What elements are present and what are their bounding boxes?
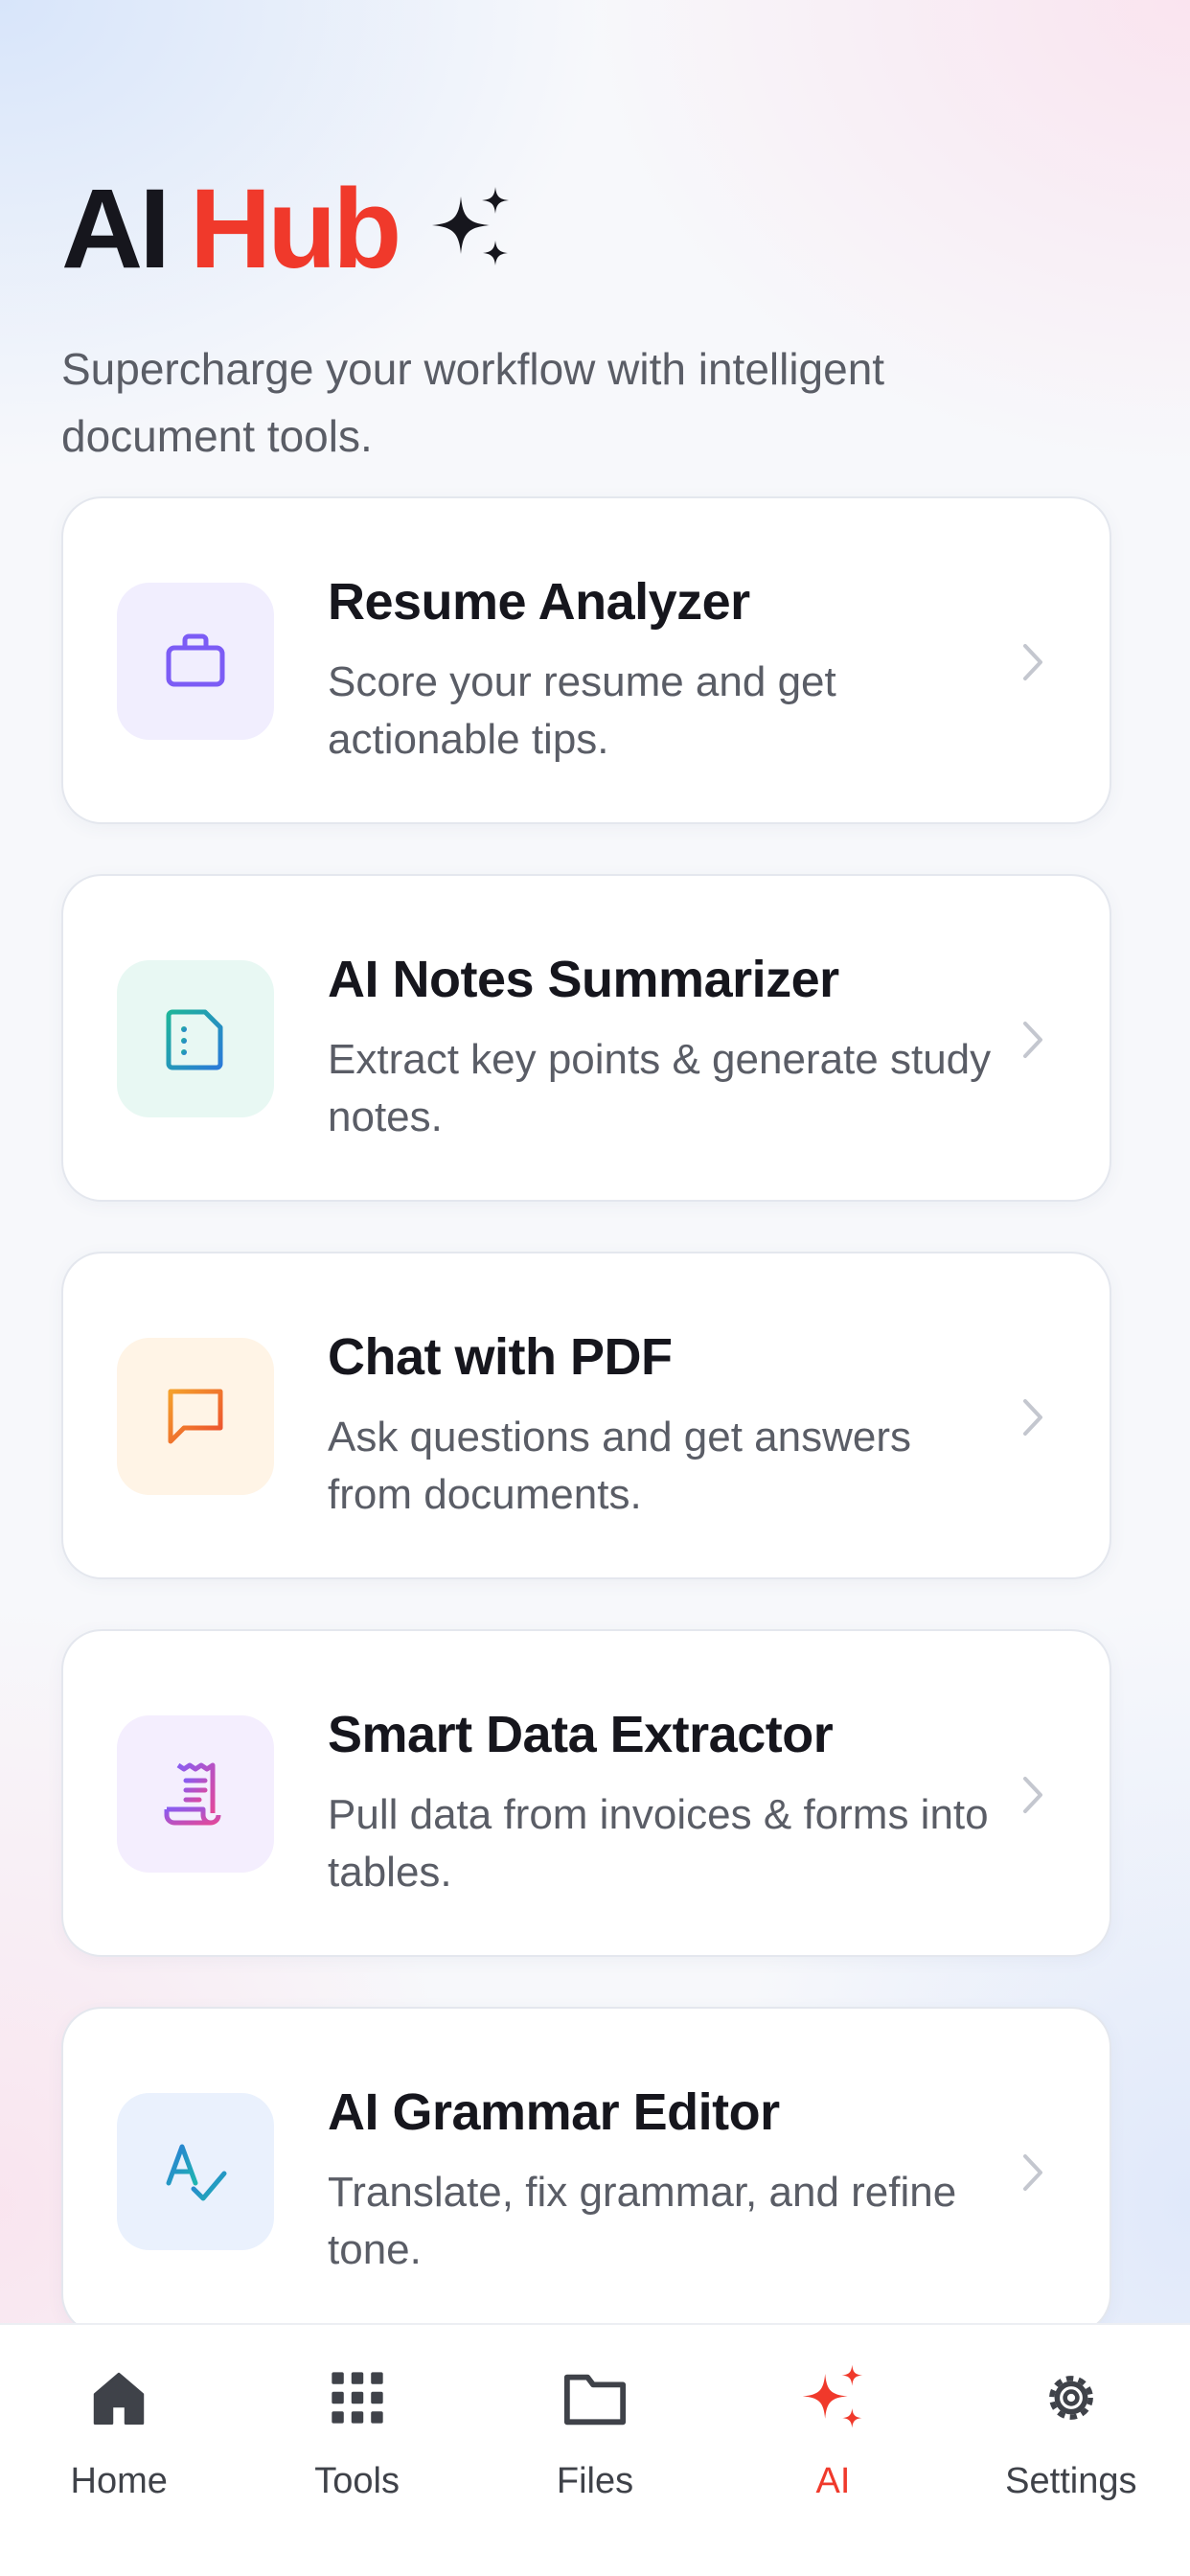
chevron-right-icon [1023,1777,1042,1813]
tool-description: Pull data from invoices & forms into tab… [328,1791,989,1896]
tool-card-resume-analyzer[interactable]: Resume Analyzer Score your resume and ge… [61,496,1111,824]
tool-card-ai-notes-summarizer[interactable]: AI Notes Summarizer Extract key points &… [61,874,1111,1202]
notes-document-icon [166,1009,223,1070]
tab-home[interactable]: Home [0,2325,238,2576]
tab-label: Settings [1005,2461,1137,2501]
chevron-right-icon [1023,1399,1042,1436]
tool-title: Resume Analyzer [328,573,750,631]
tool-title: AI Grammar Editor [328,2083,780,2141]
tab-label: Files [556,2461,634,2501]
tool-title: Smart Data Extractor [328,1706,834,1763]
tab-files[interactable]: Files [476,2325,714,2576]
tool-icon-box [117,583,274,740]
tool-title: AI Notes Summarizer [328,951,839,1008]
receipt-icon [164,1762,221,1826]
folder-icon [563,2374,627,2426]
tab-label: AI [815,2461,851,2501]
tab-tools[interactable]: Tools [238,2325,475,2576]
tool-description: Score your resume and get actionable tip… [328,658,836,763]
grid-icon [331,2372,383,2424]
tab-label: Home [70,2461,168,2501]
gear-icon [1048,2376,1093,2420]
header: AI Hub Supercharge your workflow with in… [61,172,1134,470]
tool-icon-box [117,960,274,1117]
sparkles-icon [426,185,515,273]
tool-card-chat-with-pdf[interactable]: Chat with PDF Ask questions and get answ… [61,1252,1111,1579]
tool-icon-box [117,1338,274,1495]
tool-list: Resume Analyzer Score your resume and ge… [61,496,1111,2384]
page-title-part-ai: AI [61,166,171,292]
tool-icon-box [117,1715,274,1873]
bottom-tab-bar: Home Tools Files AI Settings [0,2323,1190,2576]
tool-icon-box [117,2093,274,2250]
chevron-right-icon [1023,644,1042,680]
tool-card-smart-data-extractor[interactable]: Smart Data Extractor Pull data from invo… [61,1629,1111,1957]
tool-title: Chat with PDF [328,1328,673,1386]
tool-description: Translate, fix grammar, and refine tone. [328,2169,957,2273]
page-subtitle: Supercharge your workflow with intellige… [61,344,885,461]
tab-ai[interactable]: AI [714,2325,951,2576]
page-title: AI Hub [61,172,1134,286]
home-icon [93,2372,145,2425]
chevron-right-icon [1023,2154,1042,2191]
tool-card-ai-grammar-editor[interactable]: AI Grammar Editor Translate, fix grammar… [61,2007,1111,2334]
spell-check-icon [166,2144,227,2201]
tool-description: Extract key points & generate study note… [328,1036,992,1140]
briefcase-icon [166,633,225,687]
page-title-part-hub: Hub [190,166,401,292]
tool-description: Ask questions and get answers from docum… [328,1414,912,1518]
sparkles-icon [803,2364,863,2428]
chevron-right-icon [1023,1022,1042,1058]
tab-settings[interactable]: Settings [952,2325,1190,2576]
chat-bubble-icon [168,1389,223,1444]
tab-label: Tools [314,2461,400,2501]
